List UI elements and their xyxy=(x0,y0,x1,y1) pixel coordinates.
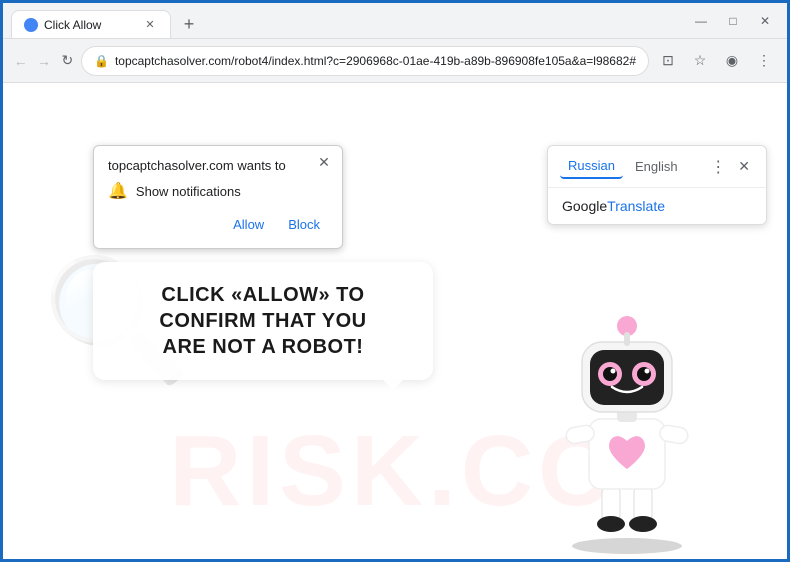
refresh-button[interactable]: ↻ xyxy=(58,46,77,76)
browser-frame: Click Allow ✕ + — □ ✕ ← → ↻ 🔒 topcaptcha… xyxy=(3,3,787,559)
browser-tab[interactable]: Click Allow ✕ xyxy=(11,10,171,38)
translate-header: Russian English ⋮ ✕ xyxy=(548,146,766,188)
popup-title: topcaptchasolver.com wants to xyxy=(108,158,328,173)
notification-label: Show notifications xyxy=(136,184,241,199)
notification-popup: ✕ topcaptchasolver.com wants to 🔔 Show n… xyxy=(93,145,343,249)
tab-favicon xyxy=(24,18,38,32)
close-button[interactable]: ✕ xyxy=(751,7,779,35)
nav-bar: ← → ↻ 🔒 topcaptchasolver.com/robot4/inde… xyxy=(3,39,787,83)
maximize-button[interactable]: □ xyxy=(719,7,747,35)
nav-actions: ⊡ ☆ ◉ ⋮ xyxy=(653,46,779,76)
speech-bubble: CLICK «ALLOW» TO CONFIRM THAT YOU ARE NO… xyxy=(93,262,433,380)
speech-bubble-container: CLICK «ALLOW» TO CONFIRM THAT YOU ARE NO… xyxy=(93,262,433,380)
popup-notification-row: 🔔 Show notifications xyxy=(108,181,328,201)
forward-button[interactable]: → xyxy=(34,46,53,76)
lock-icon: 🔒 xyxy=(94,54,109,68)
bubble-text: CLICK «ALLOW» TO CONFIRM THAT YOU ARE NO… xyxy=(123,282,403,360)
bubble-line2: ARE NOT A ROBOT! xyxy=(163,336,364,358)
popup-close-button[interactable]: ✕ xyxy=(314,152,334,172)
minimize-button[interactable]: — xyxy=(687,7,715,35)
cast-icon[interactable]: ⊡ xyxy=(653,46,683,76)
translate-body: Google Translate xyxy=(548,188,766,224)
translate-text[interactable]: Translate xyxy=(607,198,665,214)
popup-buttons: Allow Block xyxy=(108,213,328,236)
url-text: topcaptchasolver.com/robot4/index.html?c… xyxy=(115,54,636,68)
robot-illustration xyxy=(527,274,727,554)
profile-icon[interactable]: ◉ xyxy=(717,46,747,76)
page-content: 🔍 RISK.CO ✕ topcaptchasolver.com wants t… xyxy=(3,83,787,559)
bell-icon: 🔔 xyxy=(108,181,128,201)
tab-title: Click Allow xyxy=(44,18,101,32)
title-bar: Click Allow ✕ + — □ ✕ xyxy=(3,3,787,39)
allow-button[interactable]: Allow xyxy=(225,213,272,236)
tab-close-button[interactable]: ✕ xyxy=(142,17,158,33)
address-bar[interactable]: 🔒 topcaptchasolver.com/robot4/index.html… xyxy=(81,46,649,76)
new-tab-button[interactable]: + xyxy=(175,10,203,38)
google-translate-row: Google Translate xyxy=(562,198,752,214)
translate-popup: Russian English ⋮ ✕ Google Translate xyxy=(547,145,767,225)
bubble-line1: CLICK «ALLOW» TO CONFIRM THAT YOU xyxy=(159,284,366,332)
bookmark-icon[interactable]: ☆ xyxy=(685,46,715,76)
translate-close-button[interactable]: ✕ xyxy=(734,156,754,177)
robot-container xyxy=(527,274,727,559)
tab-russian[interactable]: Russian xyxy=(560,154,623,179)
window-controls: — □ ✕ xyxy=(687,7,779,35)
back-button[interactable]: ← xyxy=(11,46,30,76)
menu-icon[interactable]: ⋮ xyxy=(749,46,779,76)
translate-more-icon[interactable]: ⋮ xyxy=(706,155,730,179)
tab-english[interactable]: English xyxy=(627,155,686,178)
block-button[interactable]: Block xyxy=(280,213,328,236)
google-text: Google xyxy=(562,198,607,214)
tab-area: Click Allow ✕ + xyxy=(11,3,687,38)
